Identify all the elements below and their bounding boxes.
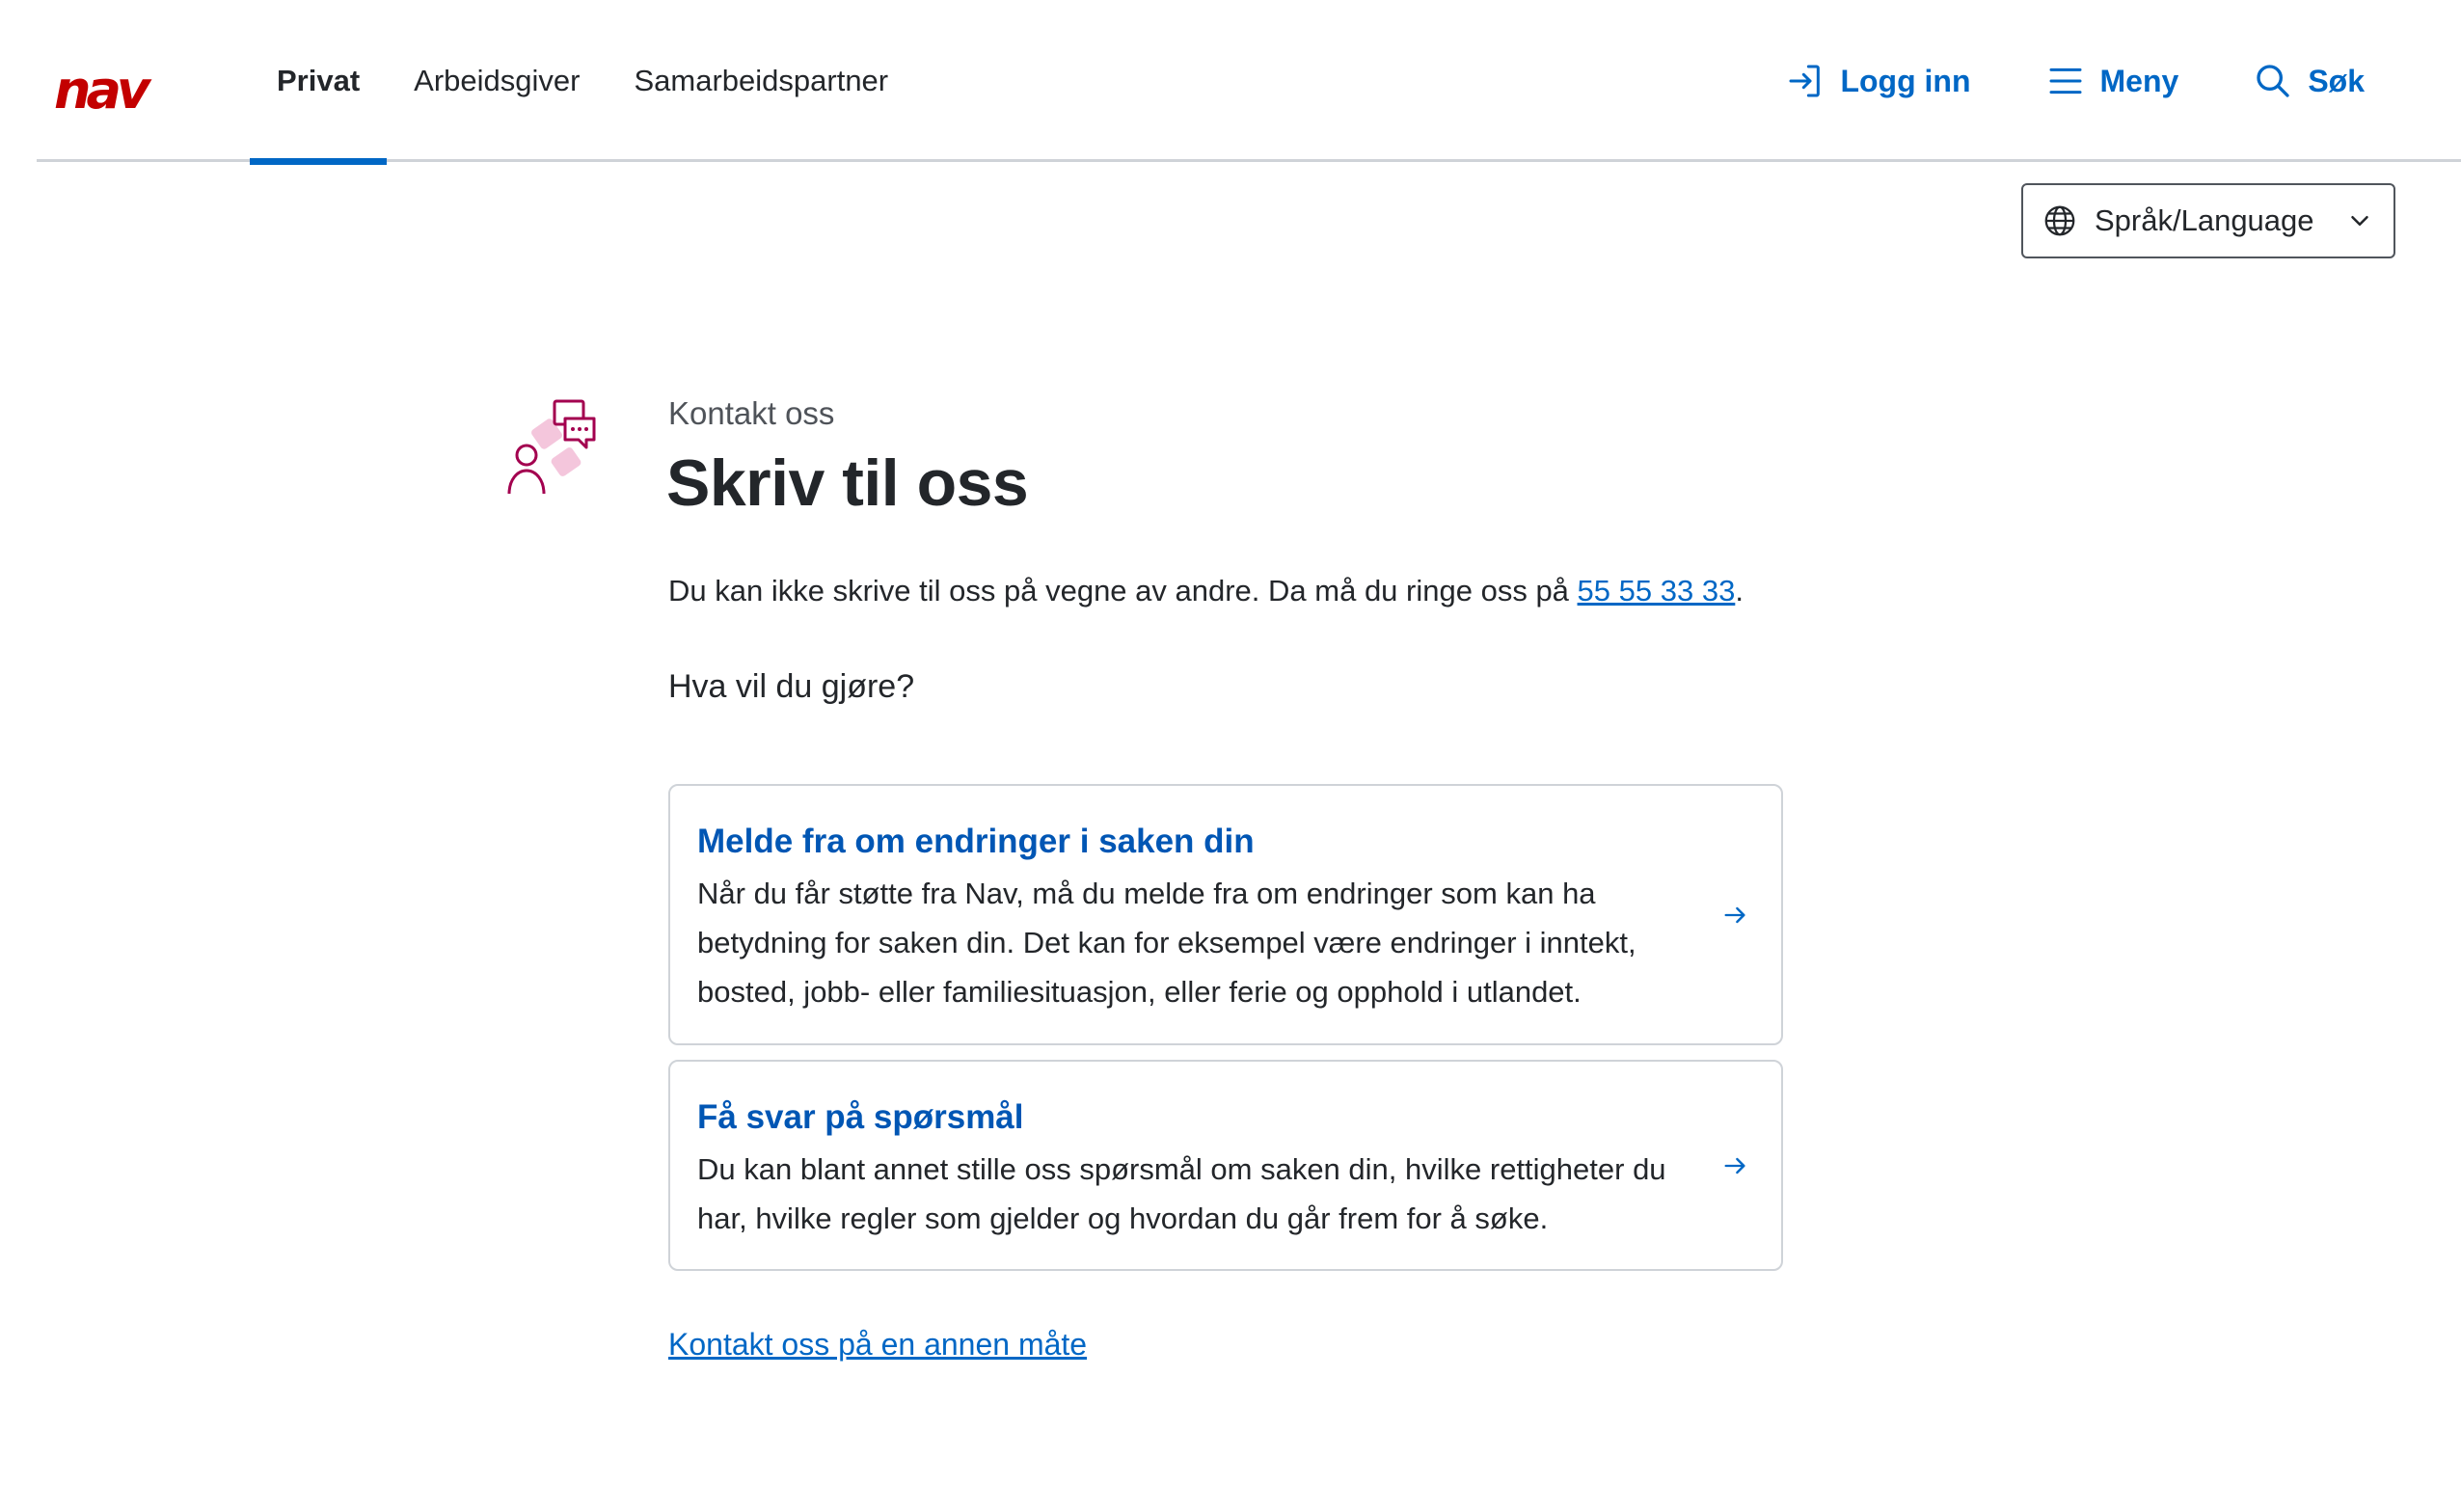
search-button[interactable]: Søk (2254, 62, 2365, 100)
search-icon (2257, 65, 2289, 97)
card-description: Du kan blant annet stille oss spørsmål o… (697, 1152, 1666, 1235)
intro-text: Du kan ikke skrive til oss på vegne av a… (668, 574, 1744, 608)
arrow-right-icon (1724, 906, 1745, 923)
chat-illustration-icon (507, 399, 596, 495)
page-kicker: Kontakt oss (668, 395, 835, 431)
card-title: Få svar på spørsmål (697, 1098, 1024, 1136)
card-report-changes[interactable]: Melde fra om endringer i saken din Når d… (668, 784, 1783, 1045)
login-label: Logg inn (1840, 63, 1971, 98)
header-actions: Logg inn Meny Søk (1786, 0, 2365, 162)
nav-logo[interactable]: nav (54, 65, 170, 117)
nav-logo-text: nav (54, 60, 150, 121)
card-description: Når du får støtte fra Nav, må du melde f… (697, 877, 1636, 1009)
page-title: Skriv til oss (666, 446, 1029, 520)
menu-label: Meny (2099, 63, 2179, 98)
arrow-right-icon (1724, 1157, 1745, 1174)
search-label: Søk (2308, 63, 2365, 98)
phone-link[interactable]: 55 55 33 33 (1578, 574, 1736, 608)
tab-arbeidsgiver[interactable]: Arbeidsgiver (387, 0, 607, 162)
other-contact-link[interactable]: Kontakt oss på en annen måte (668, 1327, 1087, 1363)
intro-sentence: Du kan ikke skrive til oss på vegne av a… (668, 574, 1578, 608)
question-heading: Hva vil du gjøre? (668, 668, 915, 705)
login-icon (1789, 65, 1821, 97)
hamburger-icon (2049, 68, 2082, 94)
card-title: Melde fra om endringer i saken din (697, 823, 1255, 860)
chevron-down-icon (2351, 216, 2368, 226)
login-button[interactable]: Logg inn (1786, 62, 1971, 100)
menu-button[interactable]: Meny (2046, 62, 2179, 100)
audience-tabs: Privat Arbeidsgiver Samarbeidspartner (250, 0, 915, 165)
tab-privat[interactable]: Privat (250, 0, 388, 165)
language-label: Språk/Language (2095, 203, 2314, 237)
site-header: nav Privat Arbeidsgiver Samarbeidspartne… (37, 0, 2461, 165)
tab-samarbeidspartner[interactable]: Samarbeidspartner (607, 0, 915, 162)
language-selector[interactable]: Språk/Language (2021, 183, 2395, 258)
intro-end: . (1735, 574, 1744, 608)
globe-icon (2044, 205, 2075, 236)
card-get-answers[interactable]: Få svar på spørsmål Du kan blant annet s… (668, 1060, 1783, 1271)
